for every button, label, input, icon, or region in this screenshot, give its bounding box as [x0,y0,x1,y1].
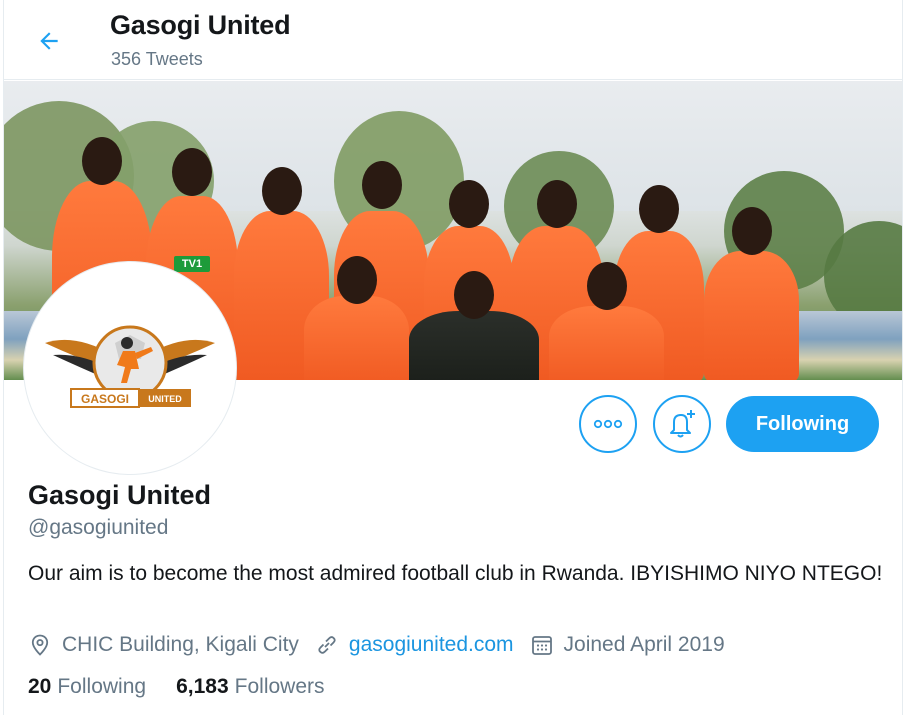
banner-player [304,256,409,380]
calendar-icon [531,636,552,655]
more-dots-icon [593,419,623,429]
location-text: CHIC Building, Kigali City [62,633,299,656]
header-profile-name: Gasogi United [110,10,291,40]
joined-text: Joined April 2019 [563,633,725,656]
club-logo-icon: GASOGI UNITED [45,325,215,408]
back-button[interactable] [30,22,68,60]
logo-text-left: GASOGI [81,392,129,406]
profile-header-bar: Gasogi United 356 Tweets [4,0,902,80]
followers-stat-link[interactable]: 6,183 Followers [176,675,324,699]
more-options-button[interactable] [579,395,637,453]
profile-stats: 20 Following 6,183 Followers [28,675,355,699]
banner-player [704,207,799,380]
following-label: Following [57,675,147,698]
profile-handle: @gasogiunited [28,516,169,539]
arrow-left-icon [40,32,58,50]
header-tweet-count: 356 Tweets [111,49,203,69]
following-stat-link[interactable]: 20 Following [28,675,146,699]
following-count: 20 [28,675,52,698]
profile-meta: CHIC Building, Kigali City gasogiunited.… [28,630,741,660]
following-button[interactable]: Following [726,396,879,452]
website-link[interactable]: gasogiunited.com [349,633,514,657]
bell-plus-icon [670,410,695,438]
notifications-button[interactable] [653,395,711,453]
profile-name: Gasogi United [28,480,212,510]
profile-bio: Our aim is to become the most admired fo… [28,562,883,585]
profile-location: CHIC Building, Kigali City [28,633,299,657]
profile-page: Gasogi United 356 Tweets TV1 GASOGI UNIT… [3,0,903,715]
banner-player [549,262,664,380]
link-icon [318,636,336,654]
followers-count: 6,183 [176,675,229,698]
banner-kit-sponsor: TV1 [174,256,210,272]
banner-goalkeeper [409,271,539,380]
profile-website[interactable]: gasogiunited.com [315,633,514,657]
followers-label: Followers [234,675,325,698]
logo-text-right: UNITED [148,394,182,404]
profile-joined: Joined April 2019 [530,633,725,657]
location-pin-icon [31,634,49,656]
profile-avatar[interactable]: GASOGI UNITED [24,262,236,474]
